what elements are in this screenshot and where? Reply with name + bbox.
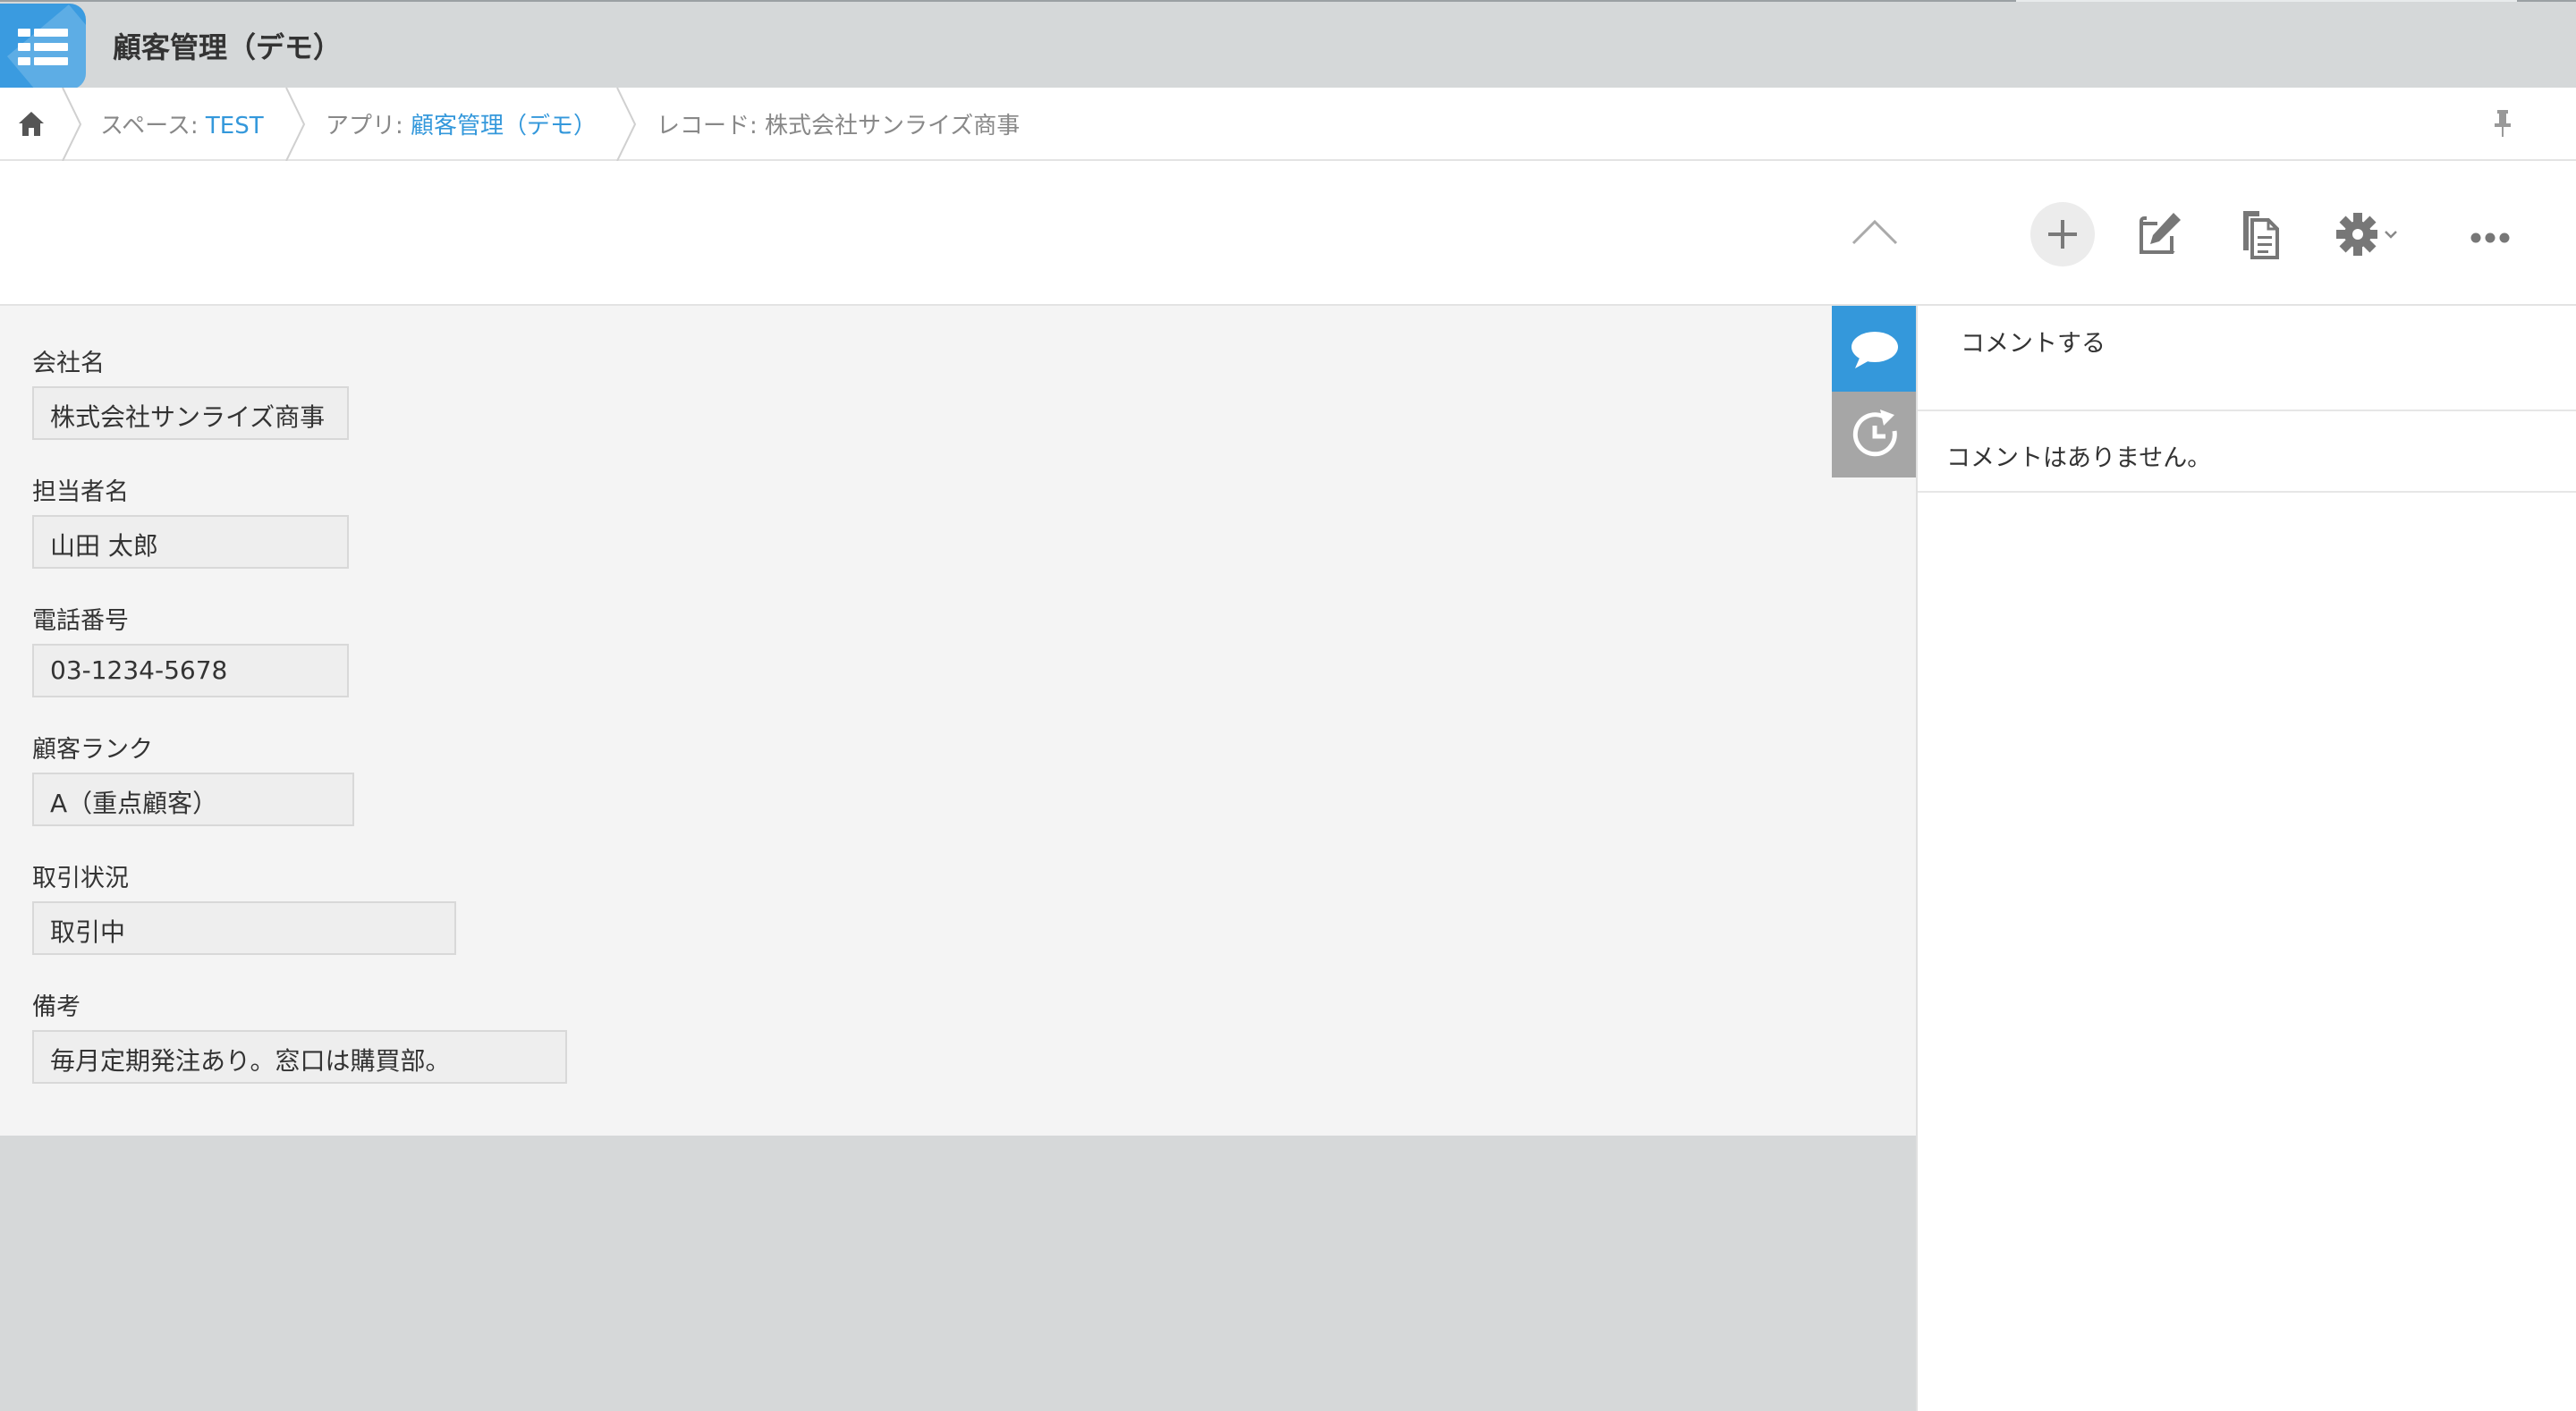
no-comments-message: コメントはありません。 bbox=[1946, 444, 2212, 472]
field-value-status: 取引中 bbox=[32, 901, 456, 955]
record-detail: 会社名 株式会社サンライズ商事 担当者名 山田 太郎 電話番号 03-1234-… bbox=[0, 306, 1916, 1136]
comment-input[interactable]: コメントする bbox=[1918, 306, 2576, 411]
field-label-notes: 備考 bbox=[32, 993, 80, 1021]
history-tab[interactable] bbox=[1832, 392, 1918, 477]
field-label-status: 取引状況 bbox=[32, 865, 129, 892]
field-value-notes: 毎月定期発注あり。窓口は購買部。 bbox=[32, 1030, 567, 1084]
record-toolbar bbox=[0, 161, 2576, 306]
chevron-up-icon[interactable] bbox=[1843, 202, 1907, 266]
comment-tab[interactable] bbox=[1832, 306, 1918, 392]
breadcrumb-space-link[interactable]: TEST bbox=[206, 113, 264, 139]
breadcrumb-space-prefix: スペース: bbox=[100, 113, 206, 139]
breadcrumb-record: レコード: 株式会社サンライズ商事 bbox=[657, 113, 1021, 139]
field-label-company: 会社名 bbox=[32, 350, 105, 377]
breadcrumb-app: アプリ: 顧客管理（デモ） bbox=[326, 107, 597, 140]
gear-icon bbox=[2336, 213, 2379, 256]
home-icon[interactable] bbox=[16, 109, 47, 139]
history-icon bbox=[1852, 410, 1897, 457]
breadcrumb-separator bbox=[285, 88, 306, 161]
duplicate-icon[interactable] bbox=[2227, 202, 2292, 266]
app-header: 顧客管理（デモ） bbox=[0, 0, 2576, 89]
field-label-contact: 担当者名 bbox=[32, 478, 129, 506]
pin-icon[interactable] bbox=[2488, 107, 2517, 139]
field-value-phone: 03-1234-5678 bbox=[32, 644, 349, 697]
comment-panel: コメントする コメントはありません。 bbox=[1916, 306, 2576, 1411]
field-value-company: 株式会社サンライズ商事 bbox=[32, 386, 349, 440]
breadcrumb-separator bbox=[62, 88, 82, 161]
header-top-highlight bbox=[2016, 0, 2517, 2]
add-record-button[interactable] bbox=[2030, 202, 2095, 266]
app-list-icon[interactable] bbox=[0, 4, 86, 89]
field-label-phone: 電話番号 bbox=[32, 607, 129, 635]
settings-menu[interactable] bbox=[2327, 202, 2413, 266]
breadcrumb-app-link[interactable]: 顧客管理（デモ） bbox=[411, 113, 597, 139]
breadcrumb-separator bbox=[616, 88, 637, 161]
breadcrumb-app-prefix: アプリ: bbox=[326, 113, 411, 139]
breadcrumb-space: スペース: TEST bbox=[100, 107, 264, 140]
app-title: 顧客管理（デモ） bbox=[113, 30, 343, 64]
comment-icon bbox=[1852, 332, 1898, 368]
edit-icon[interactable] bbox=[2127, 202, 2191, 266]
more-icon[interactable] bbox=[2458, 202, 2522, 266]
divider bbox=[1918, 491, 2576, 493]
field-value-contact: 山田 太郎 bbox=[32, 515, 349, 569]
field-label-rank: 顧客ランク bbox=[32, 736, 153, 764]
chevron-down-icon bbox=[2385, 231, 2397, 239]
field-value-rank: A（重点顧客） bbox=[32, 773, 354, 826]
breadcrumb: スペース: TEST アプリ: 顧客管理（デモ） レコード: 株式会社サンライズ… bbox=[0, 88, 2576, 161]
add-icon bbox=[2048, 220, 2077, 249]
